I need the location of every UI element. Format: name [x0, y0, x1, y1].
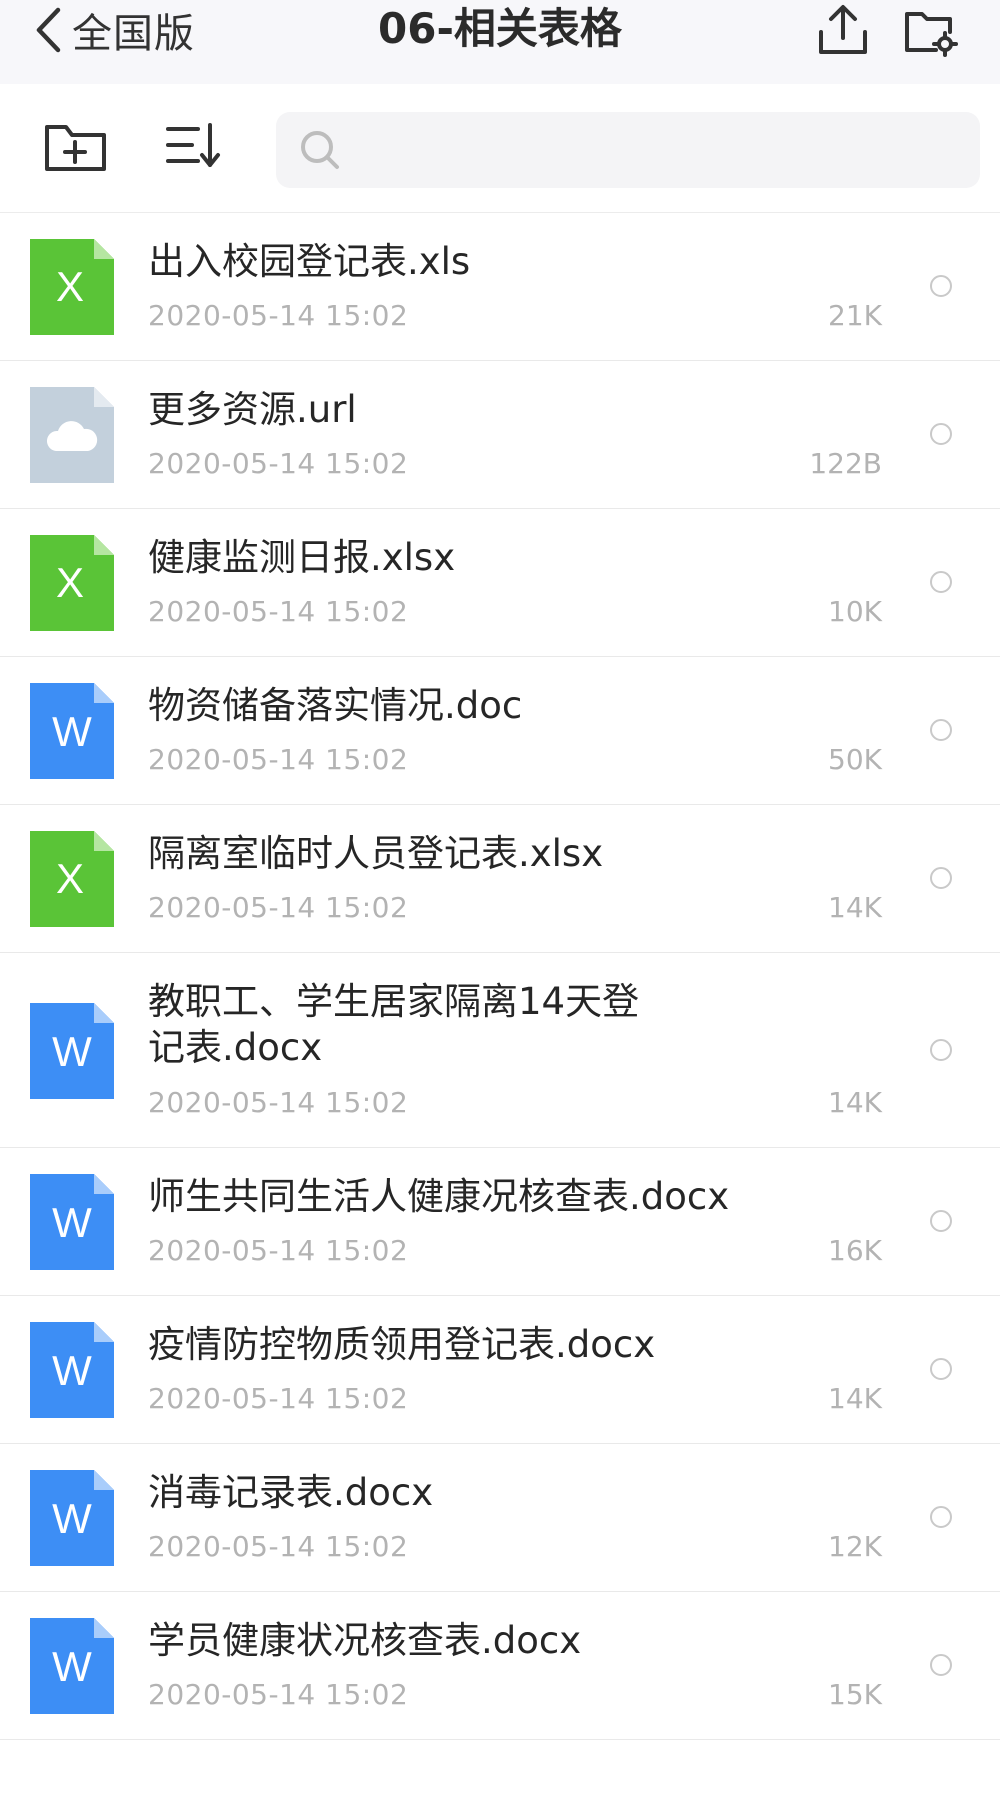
new-folder-icon [45, 125, 106, 171]
word-file-icon: W [30, 1618, 114, 1714]
file-size: 50K [828, 743, 882, 776]
file-date: 2020-05-14 15:02 [148, 447, 409, 480]
word-file-icon: W [30, 1003, 114, 1099]
file-name: 师生共同生活人健康况核查表.docx [148, 1175, 730, 1218]
word-file-icon: W [30, 1174, 114, 1270]
svg-text:W: W [52, 1199, 92, 1246]
file-name: 更多资源.url [148, 388, 357, 431]
select-radio[interactable] [930, 1506, 952, 1528]
select-radio[interactable] [930, 1039, 952, 1061]
file-row[interactable]: W 消毒记录表.docx 2020-05-14 15:02 12K [0, 1444, 1000, 1592]
svg-text:X: X [56, 855, 84, 902]
file-size: 14K [828, 1382, 882, 1415]
excel-file-icon: X [30, 535, 114, 631]
file-row[interactable]: X 隔离室临时人员登记表.xlsx 2020-05-14 15:02 14K [0, 805, 1000, 953]
file-name: 隔离室临时人员登记表.xlsx [148, 832, 604, 875]
toolbar [0, 84, 1000, 213]
search-box[interactable] [276, 112, 980, 188]
file-name: 消毒记录表.docx [148, 1471, 434, 1514]
word-file-icon: W [30, 1322, 114, 1418]
file-size: 14K [828, 891, 882, 924]
file-date: 2020-05-14 15:02 [148, 891, 409, 924]
file-date: 2020-05-14 15:02 [148, 743, 409, 776]
file-date: 2020-05-14 15:02 [148, 595, 409, 628]
select-radio[interactable] [930, 1654, 952, 1676]
folder-settings-button[interactable] [902, 2, 958, 58]
file-row[interactable]: W 师生共同生活人健康况核查表.docx 2020-05-14 15:02 16… [0, 1148, 1000, 1296]
word-file-icon: W [30, 1470, 114, 1566]
svg-text:W: W [52, 1643, 92, 1690]
file-row[interactable]: W 教职工、学生居家隔离14天登记表.docx 2020-05-14 15:02… [0, 953, 1000, 1148]
select-radio[interactable] [930, 275, 952, 297]
excel-file-icon: X [30, 831, 114, 927]
file-list: X 出入校园登记表.xls 2020-05-14 15:02 21K 更多资源.… [0, 213, 1000, 1740]
cloud-file-icon [30, 387, 114, 483]
file-size: 12K [828, 1530, 882, 1563]
file-row[interactable]: W 学员健康状况核查表.docx 2020-05-14 15:02 15K [0, 1592, 1000, 1740]
search-icon [301, 131, 339, 169]
file-size: 21K [828, 299, 882, 332]
file-row[interactable]: X 出入校园登记表.xls 2020-05-14 15:02 21K [0, 213, 1000, 361]
file-size: 10K [828, 595, 882, 628]
file-date: 2020-05-14 15:02 [148, 1382, 409, 1415]
sort-button[interactable] [162, 119, 232, 189]
select-radio[interactable] [930, 719, 952, 741]
svg-text:W: W [52, 1347, 92, 1394]
file-row[interactable]: W 疫情防控物质领用登记表.docx 2020-05-14 15:02 14K [0, 1296, 1000, 1444]
select-radio[interactable] [930, 867, 952, 889]
folder-gear-icon [905, 12, 958, 57]
select-radio[interactable] [930, 423, 952, 445]
file-date: 2020-05-14 15:02 [148, 1530, 409, 1563]
svg-text:W: W [52, 708, 92, 755]
file-row[interactable]: 更多资源.url 2020-05-14 15:02 122B [0, 361, 1000, 509]
file-name: 教职工、学生居家隔离14天登记表.docx [148, 980, 640, 1069]
select-radio[interactable] [930, 1358, 952, 1380]
file-row[interactable]: W 物资储备落实情况.doc 2020-05-14 15:02 50K [0, 657, 1000, 805]
file-size: 14K [828, 1086, 882, 1119]
excel-file-icon: X [30, 239, 114, 335]
file-name: 疫情防控物质领用登记表.docx [148, 1323, 656, 1366]
word-file-icon: W [30, 683, 114, 779]
file-date: 2020-05-14 15:02 [148, 299, 409, 332]
svg-text:W: W [52, 1028, 92, 1075]
sort-icon [166, 123, 220, 167]
file-name: 物资储备落实情况.doc [148, 684, 523, 727]
search-input[interactable] [356, 122, 960, 180]
svg-text:W: W [52, 1495, 92, 1542]
file-size: 16K [828, 1234, 882, 1267]
file-size: 122B [809, 447, 882, 480]
upload-button[interactable] [815, 2, 871, 58]
file-row[interactable]: X 健康监测日报.xlsx 2020-05-14 15:02 10K [0, 509, 1000, 657]
new-folder-button[interactable] [42, 117, 112, 187]
file-size: 15K [828, 1678, 882, 1711]
select-radio[interactable] [930, 1210, 952, 1232]
svg-text:X: X [56, 559, 84, 606]
file-name: 健康监测日报.xlsx [148, 536, 456, 579]
svg-text:X: X [56, 263, 84, 310]
file-date: 2020-05-14 15:02 [148, 1086, 409, 1119]
file-date: 2020-05-14 15:02 [148, 1678, 409, 1711]
select-radio[interactable] [930, 571, 952, 593]
file-name: 学员健康状况核查表.docx [148, 1619, 582, 1662]
file-date: 2020-05-14 15:02 [148, 1234, 409, 1267]
upload-icon [819, 5, 867, 54]
nav-bar: 全国版 06-相关表格 [0, 0, 1000, 84]
file-name: 出入校园登记表.xls [148, 240, 471, 283]
